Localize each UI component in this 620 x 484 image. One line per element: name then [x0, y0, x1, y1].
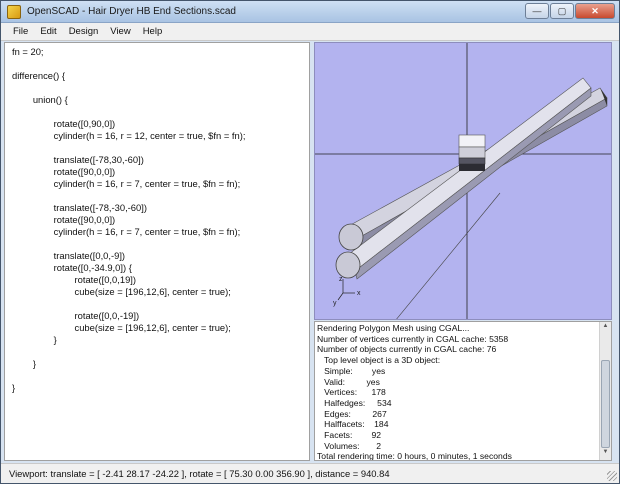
console-line: Facets: 92 — [317, 430, 381, 441]
console-line: Volumes: 2 — [317, 440, 382, 451]
code-line: cylinder(h = 16, r = 7, center = true, $… — [12, 178, 241, 189]
console-line: Halffacets: 184 — [317, 419, 389, 430]
code-line: } — [12, 358, 36, 369]
title-bar[interactable]: OpenSCAD - Hair Dryer HB End Sections.sc… — [1, 1, 619, 23]
code-line: rotate([90,0,0]) — [12, 166, 116, 177]
code-line: rotate([0,-34.9,0]) { — [12, 262, 132, 273]
console-panel[interactable]: Rendering Polygon Mesh using CGAL... Numb… — [314, 321, 612, 461]
code-lines[interactable]: fn = 20; difference() { union() { rotate… — [5, 43, 309, 394]
axis-indicator-y — [337, 292, 344, 301]
code-line: translate([-78,-30,-60]) — [12, 202, 147, 213]
menu-edit[interactable]: Edit — [34, 26, 62, 37]
console-line: Number of objects currently in CGAL cach… — [317, 344, 497, 355]
hub-base — [459, 164, 485, 171]
code-line: cylinder(h = 16, r = 12, center = true, … — [12, 130, 246, 141]
cylinder-end-lower — [335, 251, 361, 279]
3d-viewport[interactable]: z x y — [314, 42, 612, 320]
code-line: union() { — [12, 94, 68, 105]
menu-bar: File Edit Design View Help — [1, 23, 619, 41]
console-line: Rendering Polygon Mesh using CGAL... — [317, 323, 470, 333]
code-line: rotate([0,0,-19]) — [12, 310, 140, 321]
openscad-app-icon — [7, 5, 21, 19]
viewport-status: Viewport: translate = [ -2.41 28.17 -24.… — [9, 468, 390, 479]
hub-middle — [458, 146, 486, 159]
code-line: rotate([0,0,19]) — [12, 274, 137, 285]
code-line: cube(size = [196,12,6], center = true); — [12, 286, 231, 297]
console-scrollbar[interactable]: ▲ ▼ — [599, 322, 611, 460]
console-output: Rendering Polygon Mesh using CGAL... Numb… — [315, 322, 611, 461]
code-line: } — [12, 334, 57, 345]
menu-view[interactable]: View — [104, 26, 136, 37]
console-scroll-thumb[interactable] — [601, 360, 610, 448]
console-line: Number of vertices currently in CGAL cac… — [317, 333, 509, 344]
code-line: fn = 20; — [12, 46, 44, 57]
code-line: translate([0,0,-9]) — [12, 250, 126, 261]
code-line: rotate([0,90,0]) — [12, 118, 116, 129]
menu-design[interactable]: Design — [63, 26, 105, 37]
code-editor[interactable]: fn = 20; difference() { union() { rotate… — [4, 42, 310, 461]
arm-front-side — [354, 87, 592, 280]
arm-front-top — [344, 77, 592, 272]
console-line: Top level object is a 3D object: — [317, 355, 441, 366]
menu-help[interactable]: Help — [137, 26, 169, 37]
axis-label-x: x — [357, 290, 361, 297]
window-controls: — ▢ ✕ — [525, 3, 615, 19]
resize-grip-icon[interactable] — [607, 471, 617, 481]
maximize-button[interactable]: ▢ — [550, 3, 574, 19]
code-line: rotate([90,0,0]) — [12, 214, 116, 225]
code-line: cylinder(h = 16, r = 7, center = true, $… — [12, 226, 241, 237]
console-line: Edges: 267 — [317, 408, 387, 419]
code-line: difference() { — [12, 70, 65, 81]
menu-file[interactable]: File — [7, 26, 34, 37]
console-line: Vertices: 178 — [317, 387, 386, 398]
window-title: OpenSCAD - Hair Dryer HB End Sections.sc… — [27, 6, 236, 17]
console-line: Valid: yes — [317, 376, 380, 387]
openscad-window: OpenSCAD - Hair Dryer HB End Sections.sc… — [0, 0, 620, 484]
minimize-button[interactable]: — — [525, 3, 549, 19]
code-line: translate([-78,30,-60]) — [12, 154, 144, 165]
scroll-up-arrow-icon[interactable]: ▲ — [601, 323, 610, 333]
axis-label-y: y — [333, 300, 337, 307]
axis-label-z: z — [339, 276, 343, 283]
cylinder-end-upper — [338, 223, 364, 251]
scroll-down-arrow-icon[interactable]: ▼ — [601, 449, 610, 459]
code-line: } — [12, 382, 16, 393]
close-button[interactable]: ✕ — [575, 3, 615, 19]
console-line: Halfedges: 534 — [317, 397, 392, 408]
hub-bottom — [458, 157, 486, 165]
hub-top — [458, 134, 486, 148]
status-bar: Viewport: translate = [ -2.41 28.17 -24.… — [1, 463, 619, 483]
console-line: Simple: yes — [317, 365, 386, 376]
code-line: cube(size = [196,12,6], center = true); — [12, 322, 231, 333]
3d-render: z x y — [315, 43, 611, 319]
console-line: Total rendering time: 0 hours, 0 minutes… — [317, 451, 512, 461]
